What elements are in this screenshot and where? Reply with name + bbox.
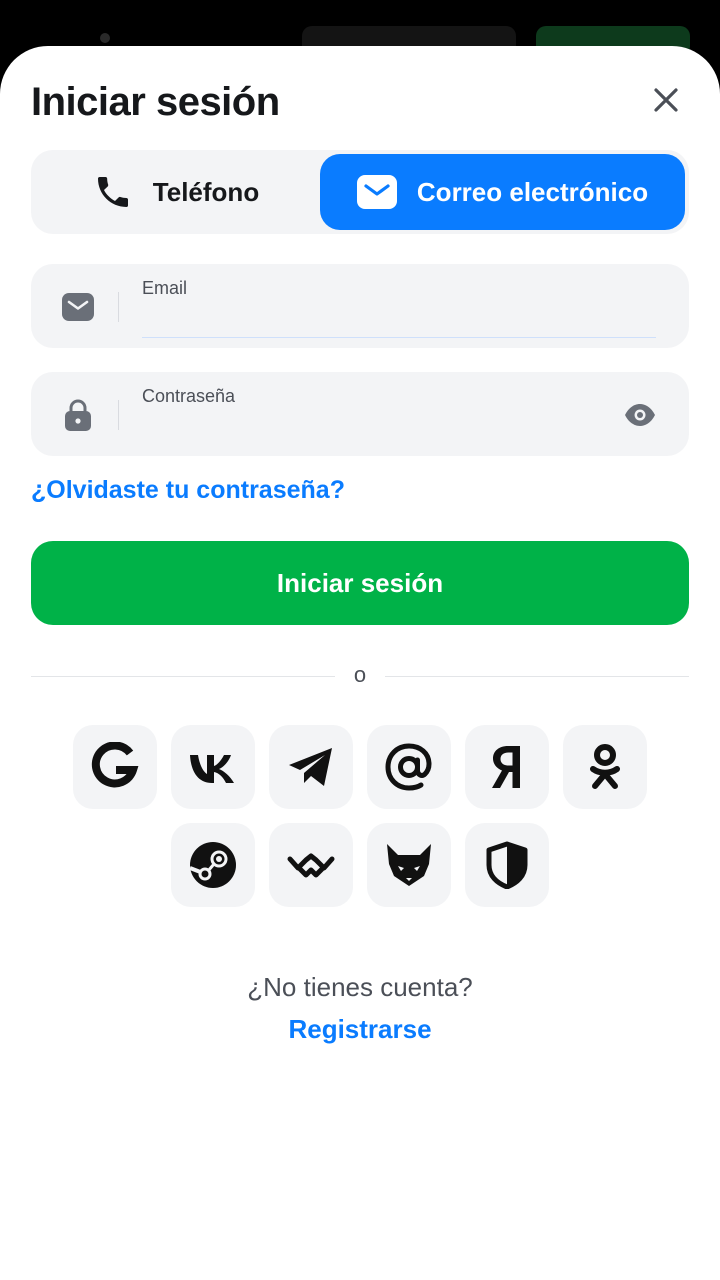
shield-login-button[interactable] — [465, 823, 549, 907]
walletconnect-login-button[interactable] — [269, 823, 353, 907]
telegram-icon — [289, 748, 332, 786]
close-icon — [654, 88, 678, 112]
yandex-login-button[interactable] — [465, 725, 549, 809]
steam-icon — [189, 842, 236, 888]
login-sheet: Iniciar sesión Teléfono Correo electróni… — [0, 46, 720, 1280]
tab-email[interactable]: Correo electrónico — [320, 154, 685, 230]
phone-icon — [93, 172, 133, 212]
tab-email-label: Correo electrónico — [416, 176, 649, 207]
no-account-text: ¿No tienes cuenta? — [247, 972, 473, 1002]
password-label: Contraseña — [142, 386, 236, 406]
vk-icon — [190, 755, 234, 783]
google-login-button[interactable] — [73, 725, 157, 809]
email-label: Email — [142, 278, 188, 298]
email-input[interactable] — [142, 304, 656, 338]
field-separator — [118, 292, 119, 322]
mail-ru-login-button[interactable] — [367, 725, 451, 809]
steam-login-button[interactable] — [171, 823, 255, 907]
page-title: Iniciar sesión — [31, 80, 280, 124]
yandex-icon — [492, 746, 520, 788]
login-method-switcher: Teléfono Correo electrónico — [31, 150, 689, 234]
divider-text: o — [353, 662, 367, 687]
envelope-icon — [61, 290, 95, 324]
eye-icon[interactable] — [623, 398, 657, 432]
metamask-login-button[interactable] — [367, 823, 451, 907]
google-icon — [91, 742, 139, 788]
shield-icon — [486, 841, 528, 889]
mail-ru-icon — [385, 743, 432, 791]
register-link[interactable]: Registrarse — [0, 1014, 720, 1045]
field-separator — [118, 400, 119, 430]
divider-line — [385, 676, 689, 677]
metamask-icon — [387, 844, 431, 886]
tab-phone-label: Teléfono — [152, 176, 260, 207]
divider: o — [31, 662, 689, 692]
odnoklassniki-login-button[interactable] — [563, 725, 647, 809]
password-field[interactable]: Contraseña — [31, 372, 689, 456]
telegram-login-button[interactable] — [269, 725, 353, 809]
forgot-password-link[interactable]: ¿Olvidaste tu contraseña? — [31, 476, 345, 505]
login-button[interactable]: Iniciar sesión — [31, 541, 689, 625]
odnoklassniki-icon — [590, 744, 620, 789]
walletconnect-icon — [287, 853, 335, 878]
envelope-icon — [356, 175, 397, 209]
tab-phone[interactable]: Teléfono — [35, 154, 317, 230]
vk-login-button[interactable] — [171, 725, 255, 809]
password-input[interactable] — [142, 412, 612, 446]
lock-icon — [61, 398, 95, 432]
close-button[interactable] — [646, 80, 686, 120]
email-field[interactable]: Email — [31, 264, 689, 348]
camera-dot — [100, 33, 110, 43]
